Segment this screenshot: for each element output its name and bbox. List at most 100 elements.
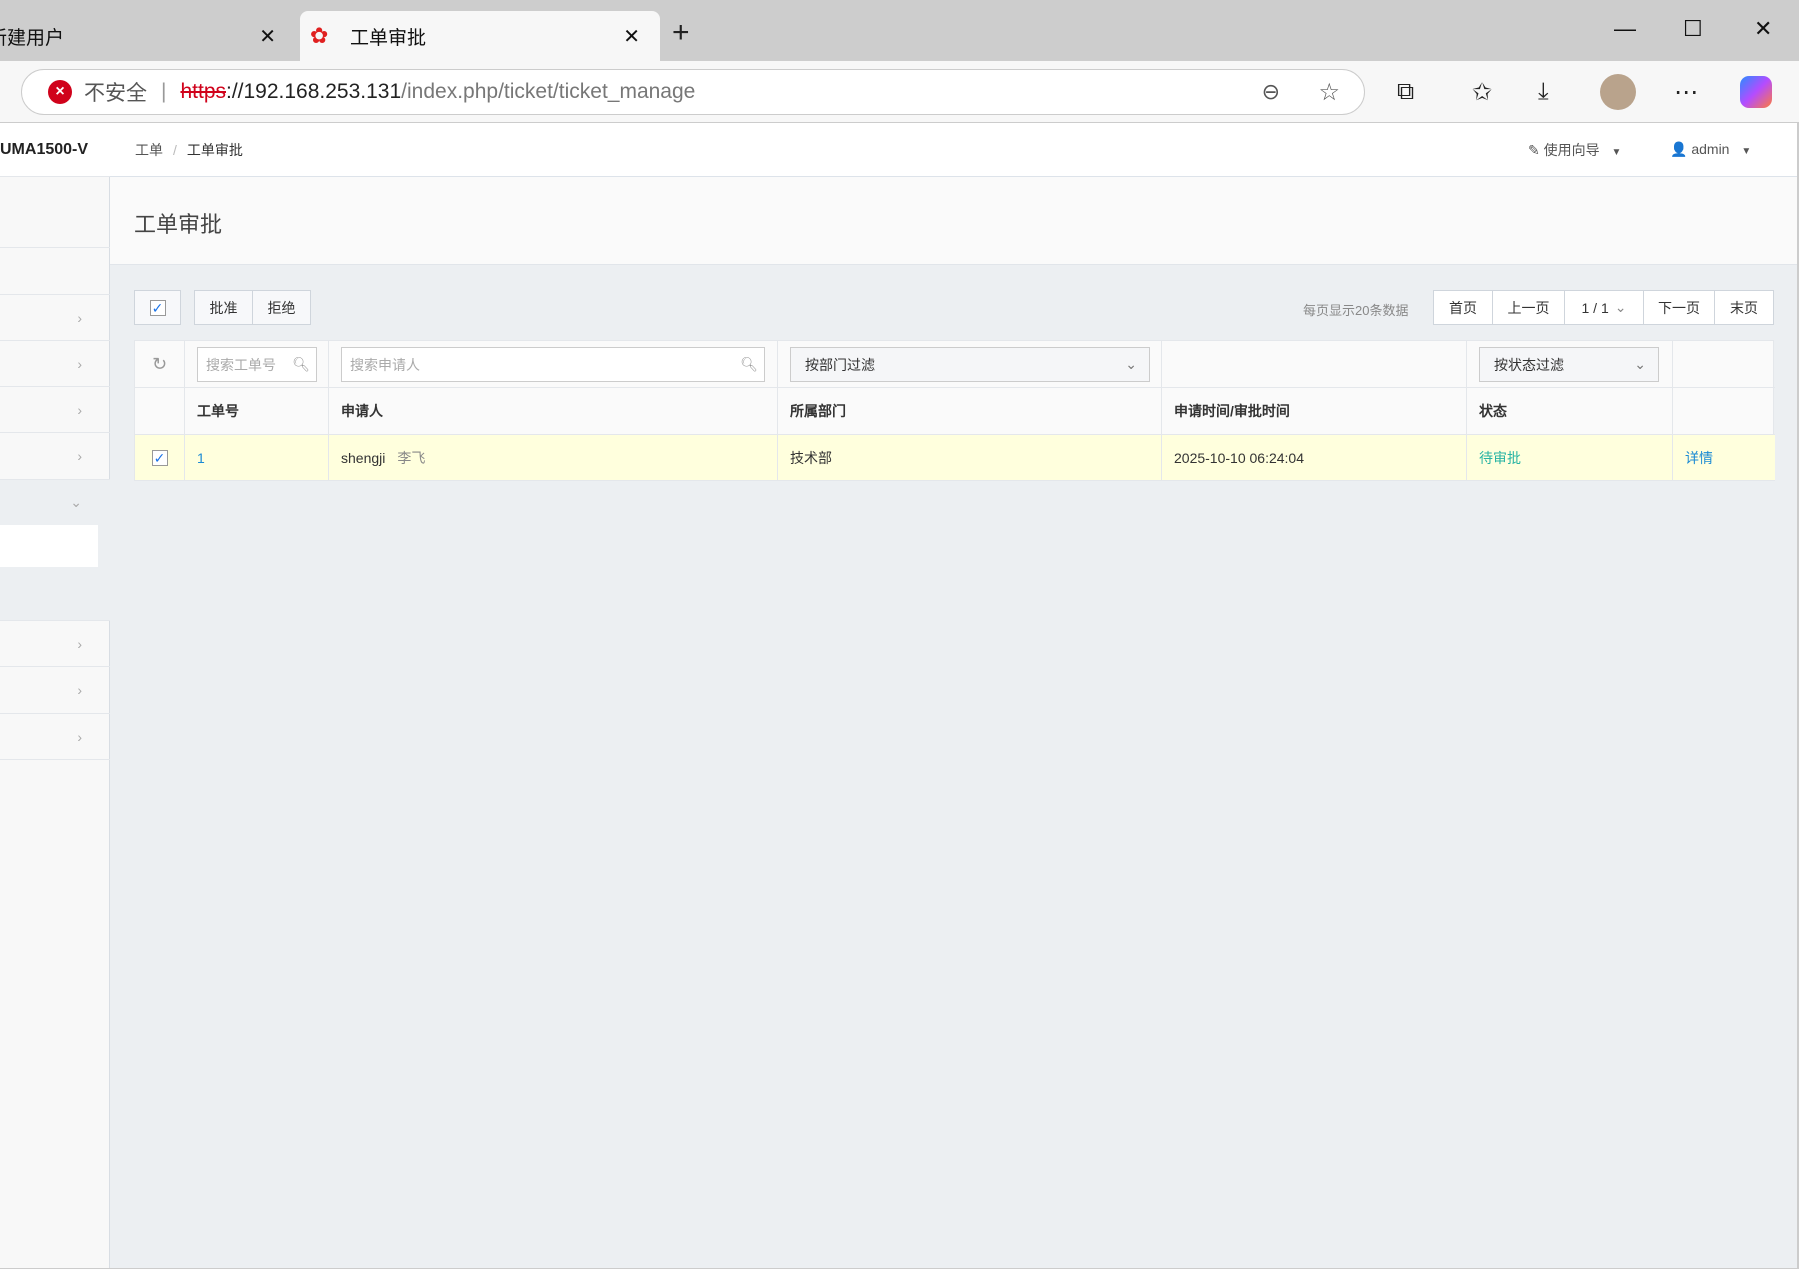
next-page-button[interactable]: 下一页 — [1643, 290, 1715, 325]
search-icon[interactable]: 🔍︎ — [292, 356, 310, 373]
applicant-username: shengji — [341, 449, 386, 466]
ticket-id-link[interactable]: 1 — [185, 435, 329, 480]
chevron-right-icon: › — [77, 401, 82, 418]
close-tab-icon[interactable]: ✕ — [259, 24, 276, 49]
ticket-table: ↻ 搜索工单号 🔍︎ 搜索申请人 🔍︎ 按部门过滤 ⌄ 按状态过滤 ⌄ 工单号 申请人 … — [134, 340, 1775, 481]
chevron-right-icon: › — [77, 682, 82, 698]
maximize-icon[interactable]: ☐ — [1683, 16, 1703, 42]
url-scheme: https — [180, 80, 226, 103]
sidebar-item[interactable]: › — [0, 621, 110, 667]
chevron-right-icon: › — [77, 728, 82, 745]
title-bar: 工单审批 — [110, 177, 1797, 265]
status-filter-select[interactable]: 按状态过滤 ⌄ — [1479, 347, 1659, 382]
search-icon[interactable]: 🔍︎ — [740, 356, 758, 373]
page-select[interactable]: 1 / 1 ⌄ — [1564, 290, 1644, 325]
brand-logo-text: UMA1500-V — [0, 123, 110, 177]
zoom-out-icon[interactable]: ⊖ — [1262, 79, 1280, 105]
user-icon: 👤 — [1670, 141, 1688, 157]
chevron-down-icon: ⌄ — [1614, 299, 1627, 315]
ticket-number-search-input[interactable]: 搜索工单号 🔍︎ — [197, 347, 317, 382]
department-filter-select[interactable]: 按部门过滤 ⌄ — [790, 347, 1150, 382]
last-page-button[interactable]: 末页 — [1714, 290, 1774, 325]
close-window-icon[interactable]: ✕ — [1754, 16, 1772, 42]
minimize-icon[interactable]: — — [1614, 16, 1636, 42]
tab-ticket-approval[interactable]: ✿ 工单审批 ✕ — [300, 11, 660, 61]
insecure-icon: × — [48, 80, 72, 104]
column-header-status: 状态 — [1467, 388, 1673, 434]
sidebar-item[interactable]: › — [0, 433, 110, 480]
placeholder: 搜索申请人 — [350, 356, 420, 373]
placeholder: 搜索工单号 — [206, 356, 276, 373]
column-header-time: 申请时间/审批时间 — [1162, 388, 1467, 434]
downloads-icon[interactable]: ⤓ — [1538, 78, 1549, 106]
chevron-down-icon: ⌄ — [1634, 356, 1646, 372]
breadcrumb-current: 工单审批 — [186, 141, 243, 158]
tab-label: 工单审批 — [350, 27, 427, 49]
select-all-button[interactable]: ✓ — [134, 290, 181, 325]
sidebar-item[interactable] — [0, 201, 110, 248]
security-label[interactable]: 不安全 — [84, 77, 147, 107]
page-title: 工单审批 — [134, 212, 223, 237]
applicant-search-input[interactable]: 搜索申请人 🔍︎ — [341, 347, 765, 382]
close-tab-icon[interactable]: ✕ — [623, 24, 640, 49]
magic-wand-icon: ✎ — [1528, 141, 1540, 158]
row-checkbox[interactable]: ✓ — [151, 449, 168, 466]
request-time: 2025-10-10 06:24:04 — [1162, 435, 1467, 480]
extensions-icon[interactable]: ⧉ — [1397, 78, 1414, 106]
sidebar-subitem-active[interactable] — [0, 525, 98, 567]
more-icon[interactable]: ⋯ — [1674, 78, 1698, 107]
refresh-icon[interactable]: ↻ — [135, 341, 185, 387]
status-badge: 待审批 — [1467, 435, 1673, 480]
favorites-icon[interactable]: ✩ — [1472, 78, 1492, 107]
details-link[interactable]: 详情 — [1673, 435, 1775, 480]
empty-cell — [1162, 341, 1467, 387]
reject-button[interactable]: 拒绝 — [252, 290, 311, 325]
chevron-right-icon: › — [77, 309, 82, 326]
browser-tab-bar: 新建用户 ✕ ✿ 工单审批 ✕ + — ☐ ✕ — [0, 0, 1799, 61]
dept-filter-cell: 按部门过滤 ⌄ — [778, 341, 1162, 387]
department: 技术部 — [778, 435, 1162, 480]
sidebar-item[interactable] — [0, 248, 110, 295]
caret-down-icon: ▼ — [1611, 146, 1622, 158]
applicant-search-cell: 搜索申请人 🔍︎ — [329, 341, 778, 387]
address-bar[interactable]: × 不安全 | https://192.168.253.131/index.ph… — [21, 69, 1365, 115]
status-filter-cell: 按状态过滤 ⌄ — [1467, 341, 1673, 387]
prev-page-button[interactable]: 上一页 — [1492, 290, 1565, 325]
tab-new-user[interactable]: 新建用户 ✕ — [0, 11, 296, 61]
copilot-icon[interactable] — [1740, 76, 1772, 108]
user-name: admin — [1691, 141, 1730, 157]
select-value: 按状态过滤 — [1494, 356, 1564, 373]
column-header-ticket-id: 工单号 — [185, 388, 329, 434]
url-path: /index.php/ticket/ticket_manage — [401, 80, 696, 103]
filter-row: ↻ 搜索工单号 🔍︎ 搜索申请人 🔍︎ 按部门过滤 ⌄ 按状态过滤 ⌄ — [135, 341, 1775, 388]
sidebar-item[interactable]: › — [0, 341, 110, 387]
page-indicator: 1 / 1 — [1581, 299, 1609, 316]
breadcrumb-item[interactable]: 工单 — [135, 140, 163, 160]
chevron-down-icon: ⌄ — [1125, 356, 1137, 372]
column-header-applicant: 申请人 — [329, 388, 778, 434]
new-tab-plus-icon[interactable]: + — [672, 16, 690, 50]
url-host: ://192.168.253.131 — [226, 80, 402, 103]
sidebar: UMA1500-V › › › › ⌄ › › › — [0, 123, 110, 1268]
approve-button[interactable]: 批准 — [194, 290, 253, 325]
per-page-label: 每页显示20条数据 — [1303, 303, 1409, 318]
chevron-right-icon: › — [77, 355, 82, 372]
table-row[interactable]: ✓ 1 shengji 李飞 技术部 2025-10-10 06:24:04 待审… — [135, 435, 1775, 481]
chevron-right-icon: › — [77, 635, 82, 652]
sidebar-item[interactable]: › — [0, 295, 110, 341]
top-bar: 工单 / 工单审批 ✎ 使用向导 ▼ 👤 admin ▼ — [110, 123, 1797, 177]
chevron-right-icon: › — [77, 448, 82, 464]
sidebar-item[interactable]: › — [0, 667, 110, 714]
applicant-name: 李飞 — [397, 449, 426, 466]
guide-menu[interactable]: ✎ 使用向导 ▼ — [1528, 140, 1621, 160]
favorite-star-icon[interactable]: ☆ — [1318, 78, 1340, 107]
sidebar-item[interactable]: › — [0, 387, 110, 433]
first-page-button[interactable]: 首页 — [1433, 290, 1493, 325]
chevron-down-icon: ⌄ — [70, 494, 82, 510]
user-menu[interactable]: 👤 admin ▼ — [1670, 141, 1751, 158]
huawei-logo-icon: ✿ — [310, 23, 329, 48]
guide-label: 使用向导 — [1543, 141, 1600, 158]
sidebar-item[interactable]: › — [0, 714, 110, 760]
ticket-search-cell: 搜索工单号 🔍︎ — [185, 341, 329, 387]
profile-avatar[interactable] — [1600, 74, 1636, 110]
